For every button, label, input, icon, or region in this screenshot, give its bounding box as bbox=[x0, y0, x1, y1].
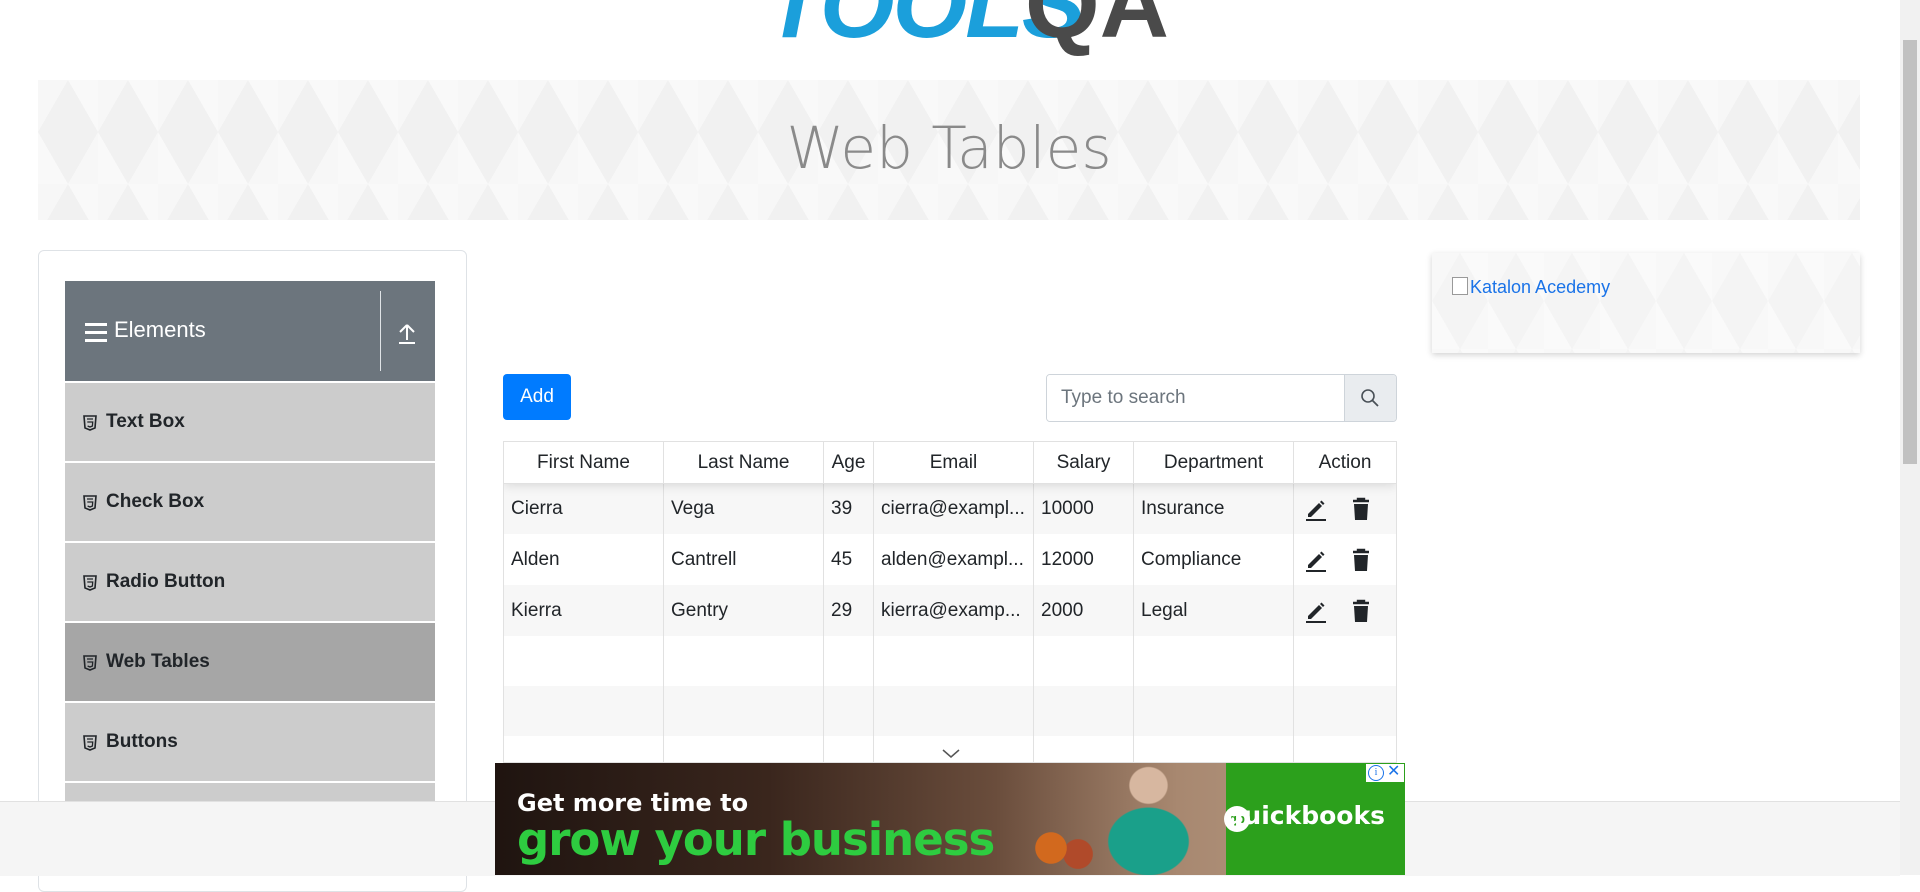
hamburger-icon bbox=[85, 323, 107, 347]
bottom-banner-ad[interactable]: Get more time to grow your business qb q… bbox=[495, 763, 1405, 875]
sidebar-item-web-tables[interactable]: Web Tables bbox=[65, 621, 435, 701]
side-ad[interactable]: Katalon Acedemy bbox=[1432, 253, 1860, 353]
search-box bbox=[1046, 374, 1397, 422]
cell-actions bbox=[1294, 585, 1396, 636]
cell-salary: 10000 bbox=[1034, 483, 1134, 534]
ad-line-2: grow your business bbox=[517, 813, 995, 866]
column-header-action[interactable]: Action bbox=[1294, 442, 1396, 483]
cell-actions bbox=[1294, 534, 1396, 585]
web-table: First Name Last Name Age Email Salary De… bbox=[503, 441, 1397, 763]
edit-icon[interactable] bbox=[1304, 497, 1328, 521]
table-row-empty bbox=[504, 686, 1396, 736]
ad-brand: quickbooks bbox=[1225, 801, 1385, 830]
cell-email: alden@exampl... bbox=[874, 534, 1034, 585]
chevron-down-icon[interactable] bbox=[941, 748, 961, 760]
cell-salary: 2000 bbox=[1034, 585, 1134, 636]
cell-first-name: Alden bbox=[504, 534, 664, 585]
table-header: First Name Last Name Age Email Salary De… bbox=[504, 442, 1396, 484]
page-banner: Web Tables bbox=[38, 80, 1860, 220]
cell-age: 29 bbox=[824, 585, 874, 636]
html5-icon bbox=[83, 575, 97, 591]
edit-icon[interactable] bbox=[1304, 548, 1328, 572]
sidebar-group-elements[interactable]: Elements bbox=[65, 281, 435, 381]
html5-icon bbox=[83, 735, 97, 751]
sidebar-item-check-box[interactable]: Check Box bbox=[65, 461, 435, 541]
search-button[interactable] bbox=[1344, 375, 1396, 421]
cell-last-name: Gentry bbox=[664, 585, 824, 636]
ad-person-image bbox=[1055, 763, 1225, 875]
column-header-email[interactable]: Email bbox=[874, 442, 1034, 483]
ad-alt-text: Katalon Acedemy bbox=[1470, 277, 1611, 297]
broken-image-icon bbox=[1452, 277, 1468, 295]
ad-info-icon[interactable]: i bbox=[1368, 765, 1384, 781]
html5-icon bbox=[83, 495, 97, 511]
sidebar-menu: Text Box Check Box Radio Button Web Tabl… bbox=[65, 381, 435, 861]
cell-email: cierra@exampl... bbox=[874, 483, 1034, 534]
scrollbar-thumb[interactable] bbox=[1903, 40, 1917, 464]
html5-icon bbox=[83, 655, 97, 671]
column-header-department[interactable]: Department bbox=[1134, 442, 1294, 483]
cell-actions bbox=[1294, 483, 1396, 534]
sidebar-item-label: Buttons bbox=[106, 731, 178, 752]
column-header-first-name[interactable]: First Name bbox=[504, 442, 664, 483]
cell-department: Legal bbox=[1134, 585, 1294, 636]
delete-icon[interactable] bbox=[1350, 548, 1372, 572]
sidebar-group-title: Elements bbox=[114, 317, 206, 342]
sidebar-item-label: Check Box bbox=[106, 491, 205, 512]
cell-department: Compliance bbox=[1134, 534, 1294, 585]
column-header-age[interactable]: Age bbox=[824, 442, 874, 483]
cell-email: kierra@examp... bbox=[874, 585, 1034, 636]
close-icon[interactable]: ✕ bbox=[1387, 764, 1400, 780]
table-row: Cierra Vega 39 cierra@exampl... 10000 In… bbox=[504, 483, 1396, 534]
cell-age: 45 bbox=[824, 534, 874, 585]
broken-image-link[interactable]: Katalon Acedemy bbox=[1452, 277, 1610, 298]
search-icon bbox=[1361, 389, 1379, 407]
delete-icon[interactable] bbox=[1350, 497, 1372, 521]
html5-icon bbox=[83, 415, 97, 431]
column-header-last-name[interactable]: Last Name bbox=[664, 442, 824, 483]
collapse-up-icon[interactable] bbox=[397, 323, 417, 345]
page-title: Web Tables bbox=[786, 114, 1112, 182]
table-row: Alden Cantrell 45 alden@exampl... 12000 … bbox=[504, 534, 1396, 585]
search-input[interactable] bbox=[1047, 375, 1337, 421]
divider bbox=[380, 291, 381, 371]
cell-first-name: Kierra bbox=[504, 585, 664, 636]
sidebar-item-buttons[interactable]: Buttons bbox=[65, 701, 435, 781]
sidebar-item-label: Radio Button bbox=[106, 571, 226, 592]
cell-last-name: Vega bbox=[664, 483, 824, 534]
table-row: Kierra Gentry 29 kierra@examp... 2000 Le… bbox=[504, 585, 1396, 636]
toolsqa-logo[interactable]: TOOLS QA bbox=[755, 0, 1169, 72]
table-row-empty bbox=[504, 636, 1396, 686]
column-header-salary[interactable]: Salary bbox=[1034, 442, 1134, 483]
cell-department: Insurance bbox=[1134, 483, 1294, 534]
delete-icon[interactable] bbox=[1350, 599, 1372, 623]
cell-age: 39 bbox=[824, 483, 874, 534]
cell-salary: 12000 bbox=[1034, 534, 1134, 585]
sidebar: Elements Text Box Check Box Radio Button… bbox=[38, 250, 467, 892]
sidebar-item-text-box[interactable]: Text Box bbox=[65, 381, 435, 461]
cell-last-name: Cantrell bbox=[664, 534, 824, 585]
cell-first-name: Cierra bbox=[504, 483, 664, 534]
sidebar-item-label: Web Tables bbox=[106, 651, 210, 672]
ad-controls: i ✕ bbox=[1366, 764, 1404, 782]
edit-icon[interactable] bbox=[1304, 599, 1328, 623]
logo-qa: QA bbox=[1025, 0, 1169, 58]
add-button[interactable]: Add bbox=[503, 374, 571, 420]
sidebar-item-radio-button[interactable]: Radio Button bbox=[65, 541, 435, 621]
sidebar-item-label: Text Box bbox=[106, 411, 185, 432]
page-scrollbar[interactable] bbox=[1900, 0, 1920, 875]
